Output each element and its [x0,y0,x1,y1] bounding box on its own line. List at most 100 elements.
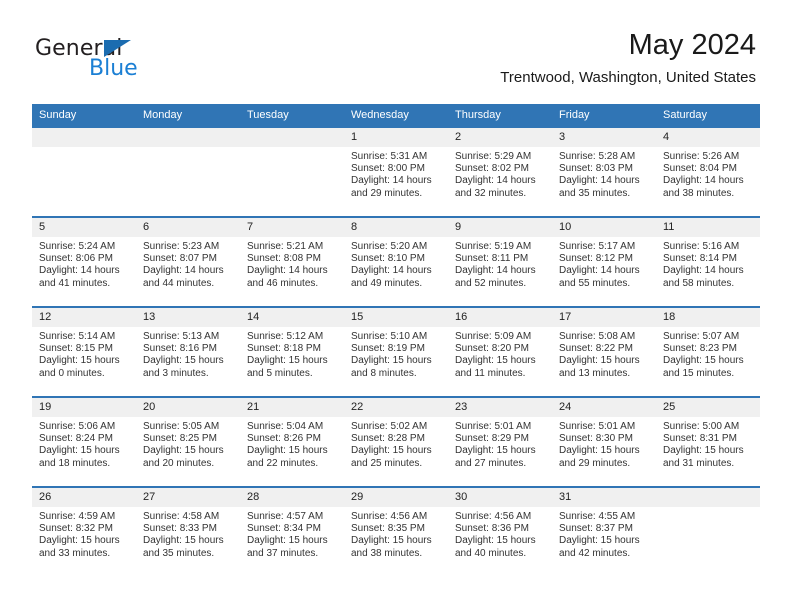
calendar-day-cell[interactable]: 15 Sunrise: 5:10 AM Sunset: 8:19 PM Dayligh… [344,306,448,397]
day-sun-info: Sunrise: 5:17 AM Sunset: 8:12 PM Daylight:… [552,237,656,290]
sunrise-time: Sunrise: 5:31 AM [351,151,428,162]
calendar-day-cell[interactable]: 19 Sunrise: 5:06 AM Sunset: 8:24 PM Dayligh… [32,396,136,487]
day-number: 24 [552,398,656,417]
sunset-time: Sunset: 8:04 PM [663,163,737,175]
calendar-day-cell[interactable]: 20 Sunrise: 5:05 AM Sunset: 8:25 PM Dayligh… [136,396,240,487]
daylight-duration-line2: and 31 minutes. [663,457,735,469]
calendar-day-cell[interactable]: 29 Sunrise: 4:56 AM Sunset: 8:35 PM Dayligh… [344,486,448,576]
calendar-day-cell[interactable]: 25 Sunrise: 5:00 AM Sunset: 8:31 PM Dayligh… [656,396,760,487]
logo-triangle-icon [104,40,131,57]
calendar-day-cell[interactable]: 16 Sunrise: 5:09 AM Sunset: 8:20 PM Dayligh… [448,306,552,397]
day-sun-info: Sunrise: 4:59 AM Sunset: 8:32 PM Daylight:… [32,507,136,560]
calendar-page: General Blue May 2024 Trentwood, Washing… [0,0,792,612]
day-sun-info: Sunrise: 5:05 AM Sunset: 8:25 PM Daylight:… [136,417,240,470]
day-number: 15 [344,308,448,327]
page-header: General Blue May 2024 Trentwood, Washing… [0,0,792,100]
page-subtitle: Trentwood, Washington, United States [500,69,756,86]
sunset-time: Sunset: 8:02 PM [455,163,529,175]
calendar-day-cell[interactable]: 8 Sunrise: 5:20 AM Sunset: 8:10 PM Daylight… [344,216,448,307]
sunset-time: Sunset: 8:00 PM [351,163,425,175]
day-sun-info: Sunrise: 5:07 AM Sunset: 8:23 PM Daylight:… [656,327,760,380]
calendar-day-cell[interactable]: 26 Sunrise: 4:59 AM Sunset: 8:32 PM Dayligh… [32,486,136,576]
calendar-day-cell[interactable]: 31 Sunrise: 4:55 AM Sunset: 8:37 PM Dayligh… [552,486,656,576]
daylight-duration-line1: Daylight: 15 hours [351,535,432,547]
day-number: 13 [136,308,240,327]
calendar-day-cell[interactable]: 18 Sunrise: 5:07 AM Sunset: 8:23 PM Dayligh… [656,306,760,397]
calendar-day-cell[interactable]: 10 Sunrise: 5:17 AM Sunset: 8:12 PM Dayligh… [552,216,656,307]
day-number: 21 [240,398,344,417]
day-sun-info: Sunrise: 5:08 AM Sunset: 8:22 PM Daylight:… [552,327,656,380]
day-number: 10 [552,218,656,237]
daylight-duration-line2: and 27 minutes. [455,457,527,469]
daylight-duration-line1: Daylight: 14 hours [351,265,432,277]
daylight-duration-line2: and 35 minutes. [559,187,631,199]
sunset-time: Sunset: 8:15 PM [39,343,113,355]
sunrise-time: Sunrise: 5:13 AM [143,331,220,342]
daylight-duration-line2: and 11 minutes. [455,367,526,379]
calendar-day-cell[interactable]: 2 Sunrise: 5:29 AM Sunset: 8:02 PM Daylight… [448,126,552,217]
daylight-duration-line2: and 49 minutes. [351,277,423,289]
daylight-duration-line2: and 15 minutes. [663,367,735,379]
daylight-duration-line2: and 32 minutes. [455,187,527,199]
calendar-day-cell[interactable]: 5 Sunrise: 5:24 AM Sunset: 8:06 PM Daylight… [32,216,136,307]
calendar-day-cell[interactable]: 22 Sunrise: 5:02 AM Sunset: 8:28 PM Dayligh… [344,396,448,487]
calendar-day-cell[interactable]: 14 Sunrise: 5:12 AM Sunset: 8:18 PM Dayligh… [240,306,344,397]
calendar-day-cell[interactable]: 12 Sunrise: 5:14 AM Sunset: 8:15 PM Dayligh… [32,306,136,397]
sunrise-time: Sunrise: 5:09 AM [455,331,532,342]
calendar-day-cell[interactable]: 1 Sunrise: 5:31 AM Sunset: 8:00 PM Daylight… [344,126,448,217]
daylight-duration-line2: and 29 minutes. [351,187,423,199]
calendar-day-cell[interactable]: 4 Sunrise: 5:26 AM Sunset: 8:04 PM Daylight… [656,126,760,217]
calendar-header-row: Sunday Monday Tuesday Wednesday Thursday… [32,104,760,127]
calendar-day-cell[interactable]: 23 Sunrise: 5:01 AM Sunset: 8:29 PM Dayligh… [448,396,552,487]
sunset-time: Sunset: 8:10 PM [351,253,425,265]
day-number [32,128,136,147]
calendar-day-cell[interactable]: 11 Sunrise: 5:16 AM Sunset: 8:14 PM Dayligh… [656,216,760,307]
sunset-time: Sunset: 8:03 PM [559,163,633,175]
day-sun-info: Sunrise: 4:55 AM Sunset: 8:37 PM Daylight:… [552,507,656,560]
sunset-time: Sunset: 8:31 PM [663,433,737,445]
sunset-time: Sunset: 8:26 PM [247,433,321,445]
day-sun-info: Sunrise: 5:01 AM Sunset: 8:29 PM Daylight:… [448,417,552,470]
sunset-time: Sunset: 8:37 PM [559,523,633,535]
calendar-day-cell[interactable]: 17 Sunrise: 5:08 AM Sunset: 8:22 PM Dayligh… [552,306,656,397]
calendar-day-cell[interactable]: 9 Sunrise: 5:19 AM Sunset: 8:11 PM Daylight… [448,216,552,307]
day-number: 27 [136,488,240,507]
day-sun-info: Sunrise: 4:58 AM Sunset: 8:33 PM Daylight:… [136,507,240,560]
day-number [240,128,344,147]
calendar-day-cell[interactable]: 13 Sunrise: 5:13 AM Sunset: 8:16 PM Dayligh… [136,306,240,397]
day-sun-info: Sunrise: 5:23 AM Sunset: 8:07 PM Daylight:… [136,237,240,290]
day-number: 16 [448,308,552,327]
daylight-duration-line1: Daylight: 14 hours [663,175,744,187]
calendar-day-cell[interactable]: 30 Sunrise: 4:56 AM Sunset: 8:36 PM Dayligh… [448,486,552,576]
sunset-time: Sunset: 8:18 PM [247,343,321,355]
calendar-day-cell[interactable]: 28 Sunrise: 4:57 AM Sunset: 8:34 PM Dayligh… [240,486,344,576]
weekday-header-tuesday: Tuesday [240,104,344,127]
daylight-duration-line2: and 40 minutes. [455,547,527,559]
weekday-header-friday: Friday [552,104,656,127]
calendar-day-cell[interactable]: 6 Sunrise: 5:23 AM Sunset: 8:07 PM Daylight… [136,216,240,307]
daylight-duration-line1: Daylight: 14 hours [455,265,536,277]
sunset-time: Sunset: 8:12 PM [559,253,633,265]
sunrise-time: Sunrise: 5:20 AM [351,241,428,252]
calendar-day-cell[interactable]: 7 Sunrise: 5:21 AM Sunset: 8:08 PM Daylight… [240,216,344,307]
sunset-time: Sunset: 8:24 PM [39,433,113,445]
calendar-day-cell[interactable]: 24 Sunrise: 5:01 AM Sunset: 8:30 PM Dayligh… [552,396,656,487]
day-number: 3 [552,128,656,147]
daylight-duration-line2: and 3 minutes. [143,367,209,379]
weekday-header-thursday: Thursday [448,104,552,127]
sunrise-time: Sunrise: 5:23 AM [143,241,220,252]
sunset-time: Sunset: 8:20 PM [455,343,529,355]
daylight-duration-line1: Daylight: 15 hours [559,355,640,367]
calendar-day-cell[interactable]: 3 Sunrise: 5:28 AM Sunset: 8:03 PM Daylight… [552,126,656,217]
sunset-time: Sunset: 8:11 PM [455,253,529,265]
calendar-day-cell[interactable]: 21 Sunrise: 5:04 AM Sunset: 8:26 PM Dayligh… [240,396,344,487]
daylight-duration-line1: Daylight: 15 hours [143,355,224,367]
daylight-duration-line2: and 25 minutes. [351,457,423,469]
day-number: 26 [32,488,136,507]
daylight-duration-line2: and 18 minutes. [39,457,111,469]
calendar-day-cell[interactable]: 27 Sunrise: 4:58 AM Sunset: 8:33 PM Dayligh… [136,486,240,576]
daylight-duration-line2: and 38 minutes. [351,547,423,559]
weekday-header-monday: Monday [136,104,240,127]
sunset-time: Sunset: 8:29 PM [455,433,529,445]
day-sun-info: Sunrise: 5:28 AM Sunset: 8:03 PM Daylight:… [552,147,656,200]
